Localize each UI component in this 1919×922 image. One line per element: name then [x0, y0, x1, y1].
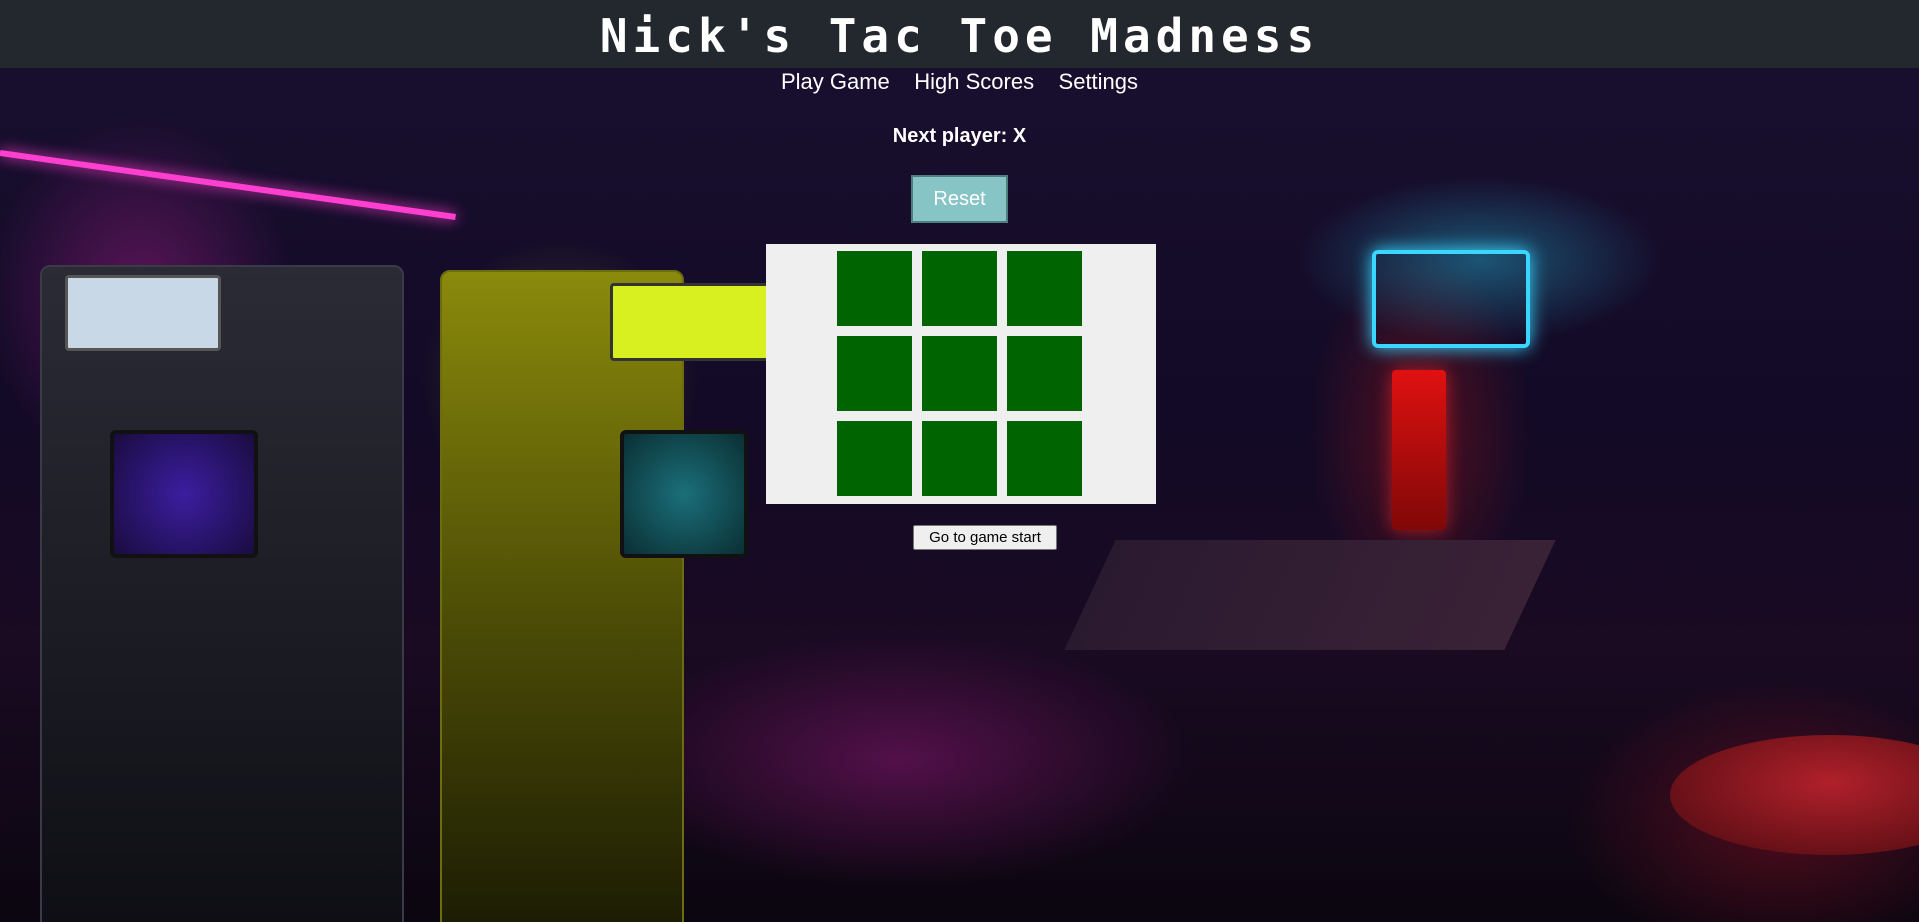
arcade-screen-yellow: [620, 430, 748, 558]
board-cell-0[interactable]: [837, 251, 912, 326]
board-cell-7[interactable]: [922, 421, 997, 496]
game-status: Next player: X: [892, 125, 1027, 147]
page-title: Nick's Tac Toe Madness: [599, 9, 1320, 63]
neon-light-strip: [0, 150, 456, 220]
board-cell-4[interactable]: [922, 336, 997, 411]
neon-sign: [1372, 250, 1530, 348]
nav-high-scores[interactable]: High Scores: [914, 68, 1034, 96]
site-header: Nick's Tac Toe Madness: [0, 0, 1919, 68]
board-cell-8[interactable]: [1007, 421, 1082, 496]
board-cell-3[interactable]: [837, 336, 912, 411]
board-cell-5[interactable]: [1007, 336, 1082, 411]
main-nav: Play Game High Scores Settings: [0, 68, 1919, 96]
nav-settings[interactable]: Settings: [1059, 68, 1139, 96]
arcade-cabinet-yellow: [440, 270, 684, 922]
arcade-marquee-left: [65, 275, 221, 351]
reset-button[interactable]: Reset: [911, 175, 1008, 223]
board-cell-1[interactable]: [922, 251, 997, 326]
go-to-game-start-button[interactable]: Go to game start: [913, 525, 1057, 550]
arcade-cabinet-left: [40, 265, 404, 922]
game-board: [837, 251, 1082, 496]
board-cell-6[interactable]: [837, 421, 912, 496]
arcade-screen-left: [110, 430, 258, 558]
nav-play-game[interactable]: Play Game: [781, 68, 890, 96]
vending-machine: [1392, 370, 1446, 530]
board-cell-2[interactable]: [1007, 251, 1082, 326]
red-table: [1670, 735, 1919, 855]
arcade-marquee-yellow: [610, 283, 781, 361]
board-panel: [766, 244, 1156, 504]
skee-ball-lanes: [1064, 540, 1556, 650]
